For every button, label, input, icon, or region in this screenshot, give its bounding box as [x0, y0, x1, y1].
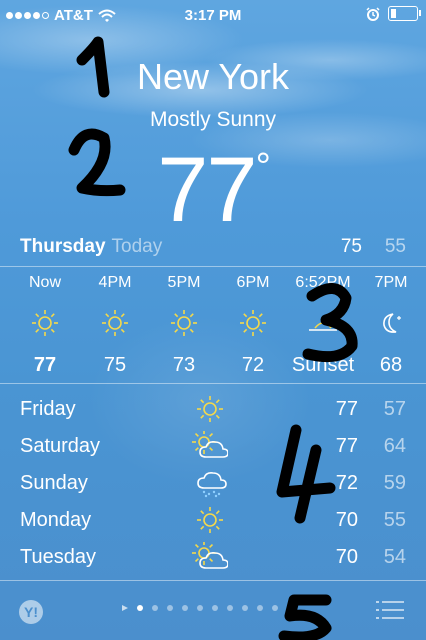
- hourly-item: Now 77: [10, 272, 80, 378]
- hourly-time: 5PM: [167, 274, 201, 291]
- hourly-time: 6:52PM: [295, 274, 351, 291]
- today-weekday: Thursday: [20, 236, 106, 257]
- page-dot[interactable]: [182, 605, 188, 611]
- weather-condition: Mostly Sunny: [149, 108, 277, 131]
- city-name: New York: [136, 56, 290, 97]
- hourly-time: 4PM: [98, 274, 132, 291]
- daily-row: Saturday 77 64: [0, 429, 426, 466]
- daily-high: 70: [335, 509, 358, 531]
- hourly-temperature: 73: [172, 354, 196, 376]
- partly-cloudy-icon: [192, 430, 229, 461]
- daily-weekday: Saturday: [20, 435, 101, 457]
- moon-icon: [356, 304, 426, 342]
- hourly-time: 6PM: [236, 274, 270, 291]
- status-bar: AT&T 3:17 PM: [0, 0, 426, 32]
- yahoo-logo-icon: Y!: [19, 600, 43, 624]
- hourly-forecast[interactable]: Now 77 4PM 75 5PM 73 6PM 72 6:52PM Sunset 7PM…: [0, 272, 426, 382]
- bottom-toolbar: Y!: [0, 581, 426, 640]
- page-dot[interactable]: [242, 605, 248, 611]
- daily-low: 55: [383, 509, 406, 531]
- today-summary: Thursday Today 75 55: [20, 236, 406, 262]
- daily-weekday: Sunday: [20, 472, 88, 494]
- daily-row: Friday 77 57: [0, 392, 426, 429]
- hourly-temperature: 75: [103, 354, 127, 376]
- hourly-item: 7PM 68: [356, 272, 426, 378]
- degree-symbol: °: [255, 146, 271, 188]
- daily-high: 77: [335, 398, 358, 420]
- hourly-item: 6PM 72: [218, 272, 288, 378]
- daily-row: Sunday 72 59: [0, 466, 426, 503]
- hourly-item: 4PM 75: [80, 272, 150, 378]
- sunset-icon: [288, 304, 358, 342]
- daily-weekday: Monday: [20, 509, 92, 531]
- today-low: 55: [384, 236, 406, 257]
- temperature-value: 77: [157, 139, 257, 241]
- daily-high: 77: [335, 435, 358, 457]
- page-dot[interactable]: [167, 605, 173, 611]
- sun-icon: [192, 394, 228, 424]
- yahoo-logo-button[interactable]: Y!: [18, 599, 48, 625]
- divider: [0, 266, 426, 267]
- page-dot[interactable]: [197, 605, 203, 611]
- daily-weekday: Tuesday: [20, 546, 96, 568]
- daily-high: 72: [335, 472, 358, 494]
- daily-low: 54: [383, 546, 406, 568]
- page-dot[interactable]: [152, 605, 158, 611]
- hourly-temperature: 72: [241, 354, 265, 376]
- daily-low: 64: [383, 435, 406, 457]
- page-dot[interactable]: [257, 605, 263, 611]
- daily-high: 70: [335, 546, 358, 568]
- sun-icon: [192, 505, 228, 535]
- today-label: Today: [111, 236, 163, 257]
- page-dot[interactable]: [137, 605, 143, 611]
- rain-icon: [192, 468, 228, 498]
- sun-icon: [10, 304, 80, 342]
- partly-cloudy-icon: [192, 541, 229, 572]
- yahoo-logo-text: Y!: [24, 604, 38, 620]
- current-location-arrow-icon[interactable]: [122, 605, 128, 611]
- hourly-item: 5PM 73: [149, 272, 219, 378]
- hourly-time: 7PM: [374, 274, 408, 291]
- hourly-time: Now: [28, 274, 61, 291]
- today-high: 75: [340, 236, 362, 257]
- city-list-icon[interactable]: [376, 600, 404, 620]
- daily-weekday: Friday: [20, 398, 76, 420]
- sun-icon: [80, 304, 150, 342]
- hourly-temperature: 68: [379, 354, 403, 376]
- hourly-temperature: Sunset: [291, 354, 355, 376]
- page-indicator[interactable]: [122, 605, 278, 611]
- current-temperature: 77°: [0, 138, 426, 243]
- hourly-item: 6:52PM Sunset: [288, 272, 358, 378]
- daily-row: Monday 70 55: [0, 503, 426, 540]
- page-dot[interactable]: [272, 605, 278, 611]
- sun-icon: [218, 304, 288, 342]
- battery-icon: [388, 6, 421, 21]
- sun-icon: [149, 304, 219, 342]
- hourly-temperature: 77: [33, 354, 57, 376]
- daily-row: Tuesday 70 54: [0, 540, 426, 577]
- alarm-icon: [366, 6, 380, 21]
- status-time: 3:17 PM: [184, 7, 242, 24]
- page-dot[interactable]: [227, 605, 233, 611]
- daily-low: 59: [383, 472, 406, 494]
- daily-low: 57: [383, 398, 406, 420]
- page-dot[interactable]: [212, 605, 218, 611]
- divider: [0, 383, 426, 384]
